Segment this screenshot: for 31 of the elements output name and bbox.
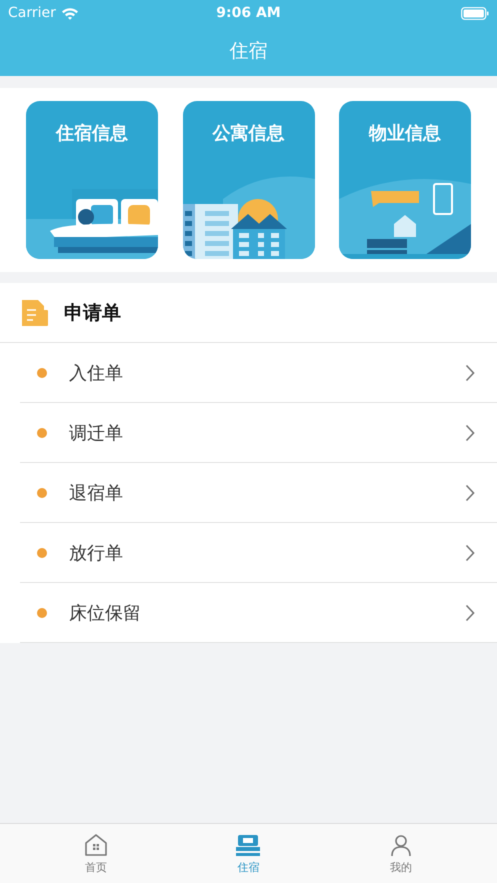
bullet-icon [37, 608, 47, 618]
page-title: 住宿 [230, 39, 268, 64]
bullet-icon [37, 488, 47, 498]
bullet-icon [37, 548, 47, 558]
bullet-icon [37, 368, 47, 378]
chevron-icon [465, 364, 475, 382]
list-item[interactable]: 放行单 [20, 523, 497, 583]
info-card[interactable]: 物业信息 [339, 101, 471, 259]
info-card[interactable]: 公寓信息 [182, 101, 314, 259]
chevron-icon [465, 544, 475, 562]
wifi-icon [60, 6, 79, 20]
chevron-icon [465, 604, 475, 622]
tab-item[interactable]: 住宿 [208, 824, 288, 883]
carrier-label: Carrier [8, 5, 56, 21]
tab-item[interactable]: 我的 [360, 824, 441, 883]
tab-item[interactable]: 首页 [56, 824, 136, 883]
battery-icon [461, 6, 489, 20]
home-icon [84, 832, 108, 856]
list-item[interactable]: 床位保留 [20, 583, 497, 643]
info-card[interactable]: 住宿信息 [26, 101, 158, 259]
person-icon [388, 832, 413, 856]
chevron-icon [465, 484, 475, 502]
document-icon [20, 298, 50, 328]
status-time: 9:06 AM [216, 5, 281, 21]
list-item[interactable]: 退宿单 [20, 463, 497, 523]
bullet-icon [37, 428, 47, 438]
bed-icon [235, 832, 262, 856]
chevron-icon [465, 424, 475, 442]
list-item[interactable]: 入住单 [20, 343, 497, 403]
section-title: 申请单 [64, 300, 121, 326]
list-item[interactable]: 调迁单 [20, 403, 497, 463]
